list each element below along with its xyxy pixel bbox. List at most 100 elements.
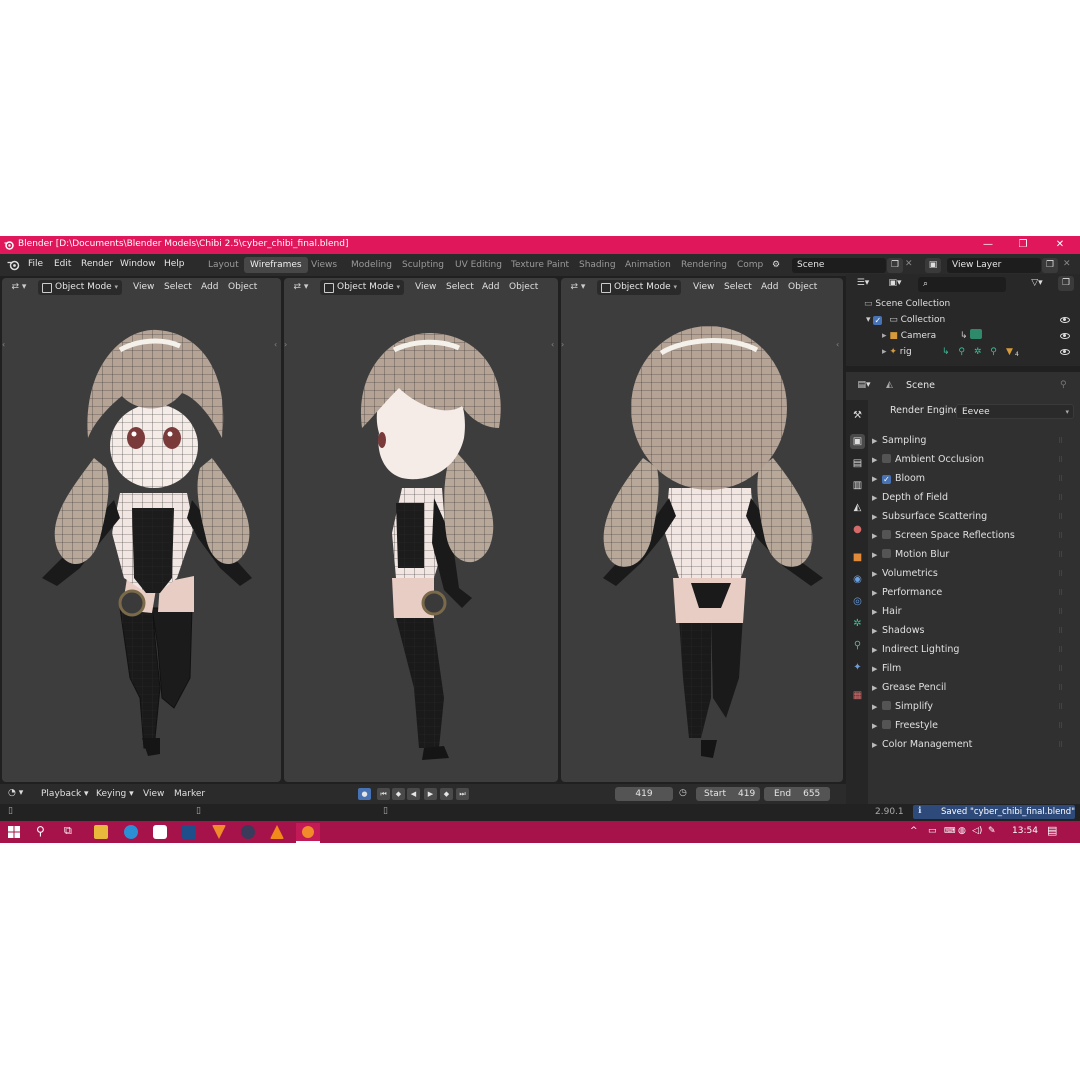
panel-depth-of-field[interactable]: ▶ Depth of Field ⠿ bbox=[872, 489, 1072, 507]
drag-grip-icon[interactable]: ⠿ bbox=[1058, 432, 1066, 450]
task-view-icon[interactable]: ⧉ bbox=[64, 824, 72, 838]
motion-blur-checkbox[interactable] bbox=[882, 549, 891, 558]
new-view-layer-icon[interactable]: ❐ bbox=[1042, 258, 1058, 273]
panel-hair[interactable]: ▶ Hair ⠿ bbox=[872, 603, 1072, 621]
app-icon[interactable] bbox=[241, 825, 255, 839]
scene-browse-icon[interactable]: ⚙ bbox=[768, 258, 784, 273]
expand-arrow-icon[interactable]: ▶ bbox=[872, 432, 882, 450]
menu-render[interactable]: Render bbox=[81, 259, 113, 269]
menu-view[interactable]: View bbox=[415, 282, 436, 292]
menu-object[interactable]: Object bbox=[509, 282, 538, 292]
chat-app-icon[interactable] bbox=[153, 825, 167, 839]
menu-select[interactable]: Select bbox=[724, 282, 752, 292]
pin-icon[interactable]: ⚲ bbox=[1060, 380, 1067, 390]
drag-grip-icon[interactable]: ⠿ bbox=[1058, 736, 1066, 754]
panel-volumetrics[interactable]: ▶ Volumetrics ⠿ bbox=[872, 565, 1072, 583]
panel-film[interactable]: ▶ Film ⠿ bbox=[872, 660, 1072, 678]
simplify-checkbox[interactable] bbox=[882, 701, 891, 710]
outliner-editor-type-icon[interactable]: ☰▾ bbox=[852, 276, 874, 291]
sidebar-toggle-icon[interactable]: ‹ bbox=[551, 340, 554, 349]
edge-browser-icon[interactable] bbox=[124, 825, 138, 839]
delete-scene-icon[interactable]: ✕ bbox=[905, 259, 913, 269]
drag-grip-icon[interactable]: ⠿ bbox=[1058, 660, 1066, 678]
new-collection-icon[interactable]: ❐ bbox=[1058, 276, 1074, 291]
panel-grease-pencil[interactable]: ▶ Grease Pencil ⠿ bbox=[872, 679, 1072, 697]
file-explorer-icon[interactable] bbox=[94, 825, 108, 839]
editor-type-icon[interactable]: ⇄ ▾ bbox=[289, 280, 313, 295]
panel-screen-space-reflections[interactable]: ▶ Screen Space Reflections ⠿ bbox=[872, 527, 1072, 545]
drag-grip-icon[interactable]: ⠿ bbox=[1058, 717, 1066, 735]
menu-file[interactable]: File bbox=[28, 259, 43, 269]
drag-grip-icon[interactable]: ⠿ bbox=[1058, 698, 1066, 716]
panel-color-management[interactable]: ▶ Color Management ⠿ bbox=[872, 736, 1072, 754]
editor-type-icon[interactable]: ⇄ ▾ bbox=[566, 280, 590, 295]
texture-tab-icon[interactable]: ▦ bbox=[850, 688, 865, 703]
start-frame-field[interactable]: Start 419 bbox=[696, 787, 760, 801]
visibility-eye-icon[interactable] bbox=[1060, 349, 1070, 355]
expand-arrow-icon[interactable]: ▶ bbox=[872, 489, 882, 507]
tab-views[interactable]: Views bbox=[305, 257, 343, 273]
vlc-icon[interactable] bbox=[270, 825, 284, 839]
menu-object[interactable]: Object bbox=[228, 282, 257, 292]
drag-grip-icon[interactable]: ⠿ bbox=[1058, 603, 1066, 621]
windows-start-icon[interactable] bbox=[7, 825, 21, 839]
auto-keying-button[interactable]: ● bbox=[358, 788, 371, 800]
viewport-front[interactable]: ⇄ ▾ Object Mode ▾ View Select Add Object … bbox=[2, 278, 281, 782]
menu-add[interactable]: Add bbox=[482, 282, 499, 292]
scene-tab-icon[interactable]: ◭ bbox=[850, 500, 865, 515]
tab-rendering[interactable]: Rendering bbox=[675, 257, 733, 273]
outliner-search-input[interactable]: ⌕ bbox=[918, 277, 1006, 292]
expand-arrow-icon[interactable]: ▶ bbox=[872, 584, 882, 602]
render-tab-icon[interactable]: ▣ bbox=[850, 434, 865, 449]
drag-grip-icon[interactable]: ⠿ bbox=[1058, 508, 1066, 526]
close-button[interactable]: ✕ bbox=[1045, 238, 1075, 252]
constraints-tab-icon[interactable]: ⚲ bbox=[850, 638, 865, 653]
panel-motion-blur[interactable]: ▶ Motion Blur ⠿ bbox=[872, 546, 1072, 564]
jump-end-button[interactable]: ⏭ bbox=[456, 788, 469, 800]
drag-grip-icon[interactable]: ⠿ bbox=[1058, 565, 1066, 583]
freestyle-checkbox[interactable] bbox=[882, 720, 891, 729]
panel-ambient-occlusion[interactable]: ▶ Ambient Occlusion ⠿ bbox=[872, 451, 1072, 469]
expand-arrow-icon[interactable]: ▶ bbox=[872, 660, 882, 678]
render-engine-dropdown[interactable]: Eevee ▾ bbox=[956, 404, 1074, 419]
battery-icon[interactable]: ▭ bbox=[928, 826, 937, 836]
tab-shading[interactable]: Shading bbox=[573, 257, 622, 273]
pen-icon[interactable]: ✎ bbox=[988, 826, 996, 836]
rig-row[interactable]: ▸ ✦ rig ↳ ⚲ ✲ ⚲ ▼ 4 bbox=[882, 344, 1076, 360]
object-mode-dropdown[interactable]: Object Mode ▾ bbox=[597, 280, 681, 295]
blender-menu-icon[interactable] bbox=[7, 259, 20, 271]
panel-performance[interactable]: ▶ Performance ⠿ bbox=[872, 584, 1072, 602]
end-frame-field[interactable]: End 655 bbox=[764, 787, 830, 801]
panel-simplify[interactable]: ▶ Simplify ⠿ bbox=[872, 698, 1072, 716]
data-tab-icon[interactable]: ✦ bbox=[850, 660, 865, 675]
drag-grip-icon[interactable]: ⠿ bbox=[1058, 641, 1066, 659]
expand-arrow-icon[interactable]: ▶ bbox=[872, 527, 882, 545]
menu-view[interactable]: View bbox=[693, 282, 714, 292]
particles-tab-icon[interactable]: ◎ bbox=[850, 594, 865, 609]
camera-row[interactable]: ▸ ■ Camera ↳ bbox=[882, 328, 1076, 344]
play-reverse-button[interactable]: ◀ bbox=[407, 788, 420, 800]
delete-view-layer-icon[interactable]: ✕ bbox=[1063, 259, 1071, 269]
expand-arrow-icon[interactable]: ▶ bbox=[872, 508, 882, 526]
drag-grip-icon[interactable]: ⠿ bbox=[1058, 489, 1066, 507]
panel-indirect-lighting[interactable]: ▶ Indirect Lighting ⠿ bbox=[872, 641, 1072, 659]
menu-add[interactable]: Add bbox=[201, 282, 218, 292]
tab-layout[interactable]: Layout bbox=[202, 257, 245, 273]
blender-taskbar-icon[interactable] bbox=[296, 823, 320, 841]
notes-app-icon[interactable] bbox=[182, 825, 196, 839]
tab-animation[interactable]: Animation bbox=[619, 257, 677, 273]
menu-timeline-view[interactable]: View bbox=[143, 789, 164, 799]
panel-bloom[interactable]: ▶ ✓ Bloom ⠿ bbox=[872, 470, 1072, 488]
object-mode-dropdown[interactable]: Object Mode ▾ bbox=[320, 280, 404, 295]
drag-grip-icon[interactable]: ⠿ bbox=[1058, 527, 1066, 545]
expand-arrow-icon[interactable]: ▶ bbox=[872, 717, 882, 735]
scene-field[interactable]: Scene bbox=[792, 258, 886, 273]
maximize-button[interactable]: ❐ bbox=[1008, 238, 1038, 252]
sidebar-toggle-icon[interactable]: ‹ bbox=[836, 340, 839, 349]
view-layer-browse-icon[interactable]: ▣ bbox=[925, 258, 941, 273]
jump-keyframe-forward-button[interactable]: ◆ bbox=[440, 788, 453, 800]
menu-marker[interactable]: Marker bbox=[174, 789, 205, 799]
tab-texture-paint[interactable]: Texture Paint bbox=[505, 257, 575, 273]
menu-window[interactable]: Window bbox=[120, 259, 156, 269]
expand-arrow-icon[interactable]: ▶ bbox=[872, 470, 882, 488]
